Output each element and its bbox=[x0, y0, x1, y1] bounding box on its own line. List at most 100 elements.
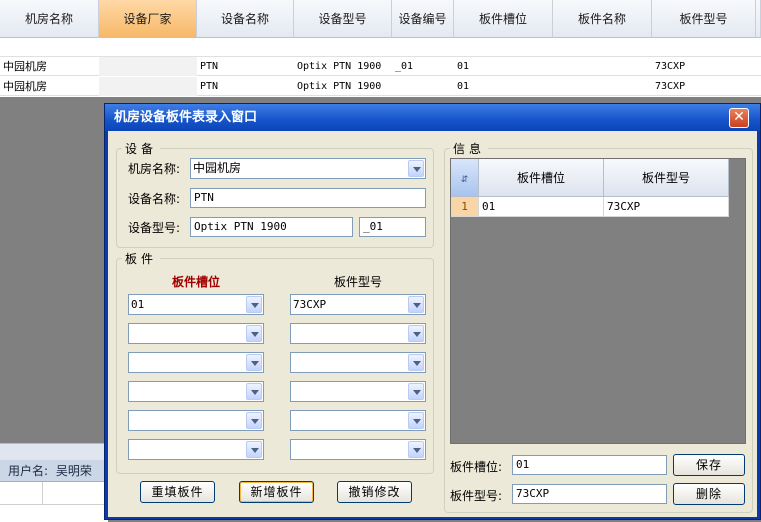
board-model-select[interactable] bbox=[290, 352, 426, 373]
grid-header-room[interactable]: 机房名称 bbox=[0, 0, 99, 38]
grid-header-board-model[interactable]: 板件型号 bbox=[652, 0, 756, 38]
chevron-down-icon[interactable] bbox=[246, 296, 262, 313]
dialog-title: 机房设备板件表录入窗口 bbox=[114, 110, 258, 125]
device-name-label: 设备名称: bbox=[128, 192, 181, 206]
board-slot-value: 01 bbox=[131, 298, 145, 311]
chevron-down-icon[interactable] bbox=[408, 325, 424, 342]
info-grid: ⇵ 板件槽位 板件型号 1 01 73CXP bbox=[450, 158, 746, 444]
device-number-input[interactable]: _01 bbox=[359, 217, 426, 237]
info-grid-wrap: ⇵ 板件槽位 板件型号 1 01 73CXP bbox=[444, 148, 753, 448]
board-model-value: 73CXP bbox=[293, 298, 327, 311]
chevron-down-icon[interactable] bbox=[408, 412, 424, 429]
grid-header-board-name[interactable]: 板件名称 bbox=[553, 0, 652, 38]
device-model-input[interactable]: Optix PTN 1900 bbox=[190, 217, 353, 237]
delete-button[interactable]: 删除 bbox=[673, 483, 745, 505]
add-board-button[interactable]: 新增板件 bbox=[239, 481, 314, 503]
cell-device-name: PTN bbox=[200, 61, 219, 72]
device-group-legend: 设备 bbox=[125, 142, 158, 156]
board-entry-dialog: 机房设备板件表录入窗口 ✕ 设备 机房名称: 中园机房 设备名称: PTN 设备… bbox=[104, 103, 761, 520]
cell-board-name bbox=[553, 77, 652, 96]
dialog-titlebar[interactable]: 机房设备板件表录入窗口 bbox=[105, 104, 760, 131]
chevron-down-icon[interactable] bbox=[246, 354, 262, 371]
main-data-grid: 机房名称 设备厂家 设备名称 设备型号 设备编号 板件槽位 板件名称 板件型号 … bbox=[0, 0, 761, 97]
chevron-down-icon[interactable] bbox=[246, 325, 262, 342]
grid-header-overflow bbox=[756, 0, 761, 38]
info-slot-input[interactable]: 01 bbox=[512, 455, 667, 475]
cell-vendor bbox=[99, 77, 197, 96]
cell-board-slot: 01 bbox=[457, 61, 470, 72]
chevron-down-icon[interactable] bbox=[408, 441, 424, 458]
cell-device-model: Optix PTN 1900 bbox=[297, 61, 382, 72]
board-model-select[interactable]: 73CXP bbox=[290, 294, 426, 315]
status-bar-top bbox=[0, 443, 108, 460]
status-divider bbox=[0, 504, 108, 505]
info-slot-label: 板件槽位: bbox=[450, 460, 503, 474]
info-grid-header: ⇵ 板件槽位 板件型号 bbox=[451, 159, 729, 197]
dialog-client: 设备 机房名称: 中园机房 设备名称: PTN 设备型号: Optix PTN … bbox=[108, 131, 757, 517]
chevron-down-icon[interactable] bbox=[408, 354, 424, 371]
info-model-input[interactable]: 73CXP bbox=[512, 484, 667, 504]
undo-changes-button[interactable]: 撤销修改 bbox=[337, 481, 412, 503]
table-row[interactable]: 中园机房 PTN Optix PTN 1900 _01 01 73CXP bbox=[0, 57, 761, 76]
grid-header-device-model[interactable]: 设备型号 bbox=[294, 0, 392, 38]
cell-vendor bbox=[99, 57, 197, 76]
chevron-down-icon[interactable] bbox=[246, 412, 262, 429]
chevron-down-icon[interactable] bbox=[246, 383, 262, 400]
board-model-select[interactable] bbox=[290, 439, 426, 460]
room-value: 中园机房 bbox=[193, 161, 242, 175]
close-button[interactable]: ✕ bbox=[729, 108, 749, 128]
grid-header-device-number[interactable]: 设备编号 bbox=[392, 0, 454, 38]
table-row[interactable]: 中园机房 PTN Optix PTN 1900 01 73CXP bbox=[0, 77, 761, 96]
info-header-model[interactable]: 板件型号 bbox=[604, 159, 729, 197]
status-divider bbox=[42, 482, 43, 504]
cell-device-model: Optix PTN 1900 bbox=[297, 81, 382, 92]
device-model-label: 设备型号: bbox=[128, 221, 181, 235]
grid-header-device-name[interactable]: 设备名称 bbox=[197, 0, 294, 38]
grid-header-vendor[interactable]: 设备厂家 bbox=[99, 0, 197, 38]
cell-room: 中园机房 bbox=[3, 60, 47, 73]
board-slot-select[interactable] bbox=[128, 381, 264, 402]
room-select[interactable]: 中园机房 bbox=[190, 158, 426, 179]
board-model-select[interactable] bbox=[290, 323, 426, 344]
user-name: 吴明荣 bbox=[55, 464, 92, 478]
cell-device-number bbox=[392, 77, 454, 96]
info-cell-slot: 01 bbox=[479, 197, 604, 217]
board-slot-select[interactable] bbox=[128, 410, 264, 431]
cell-board-slot: 01 bbox=[457, 81, 470, 92]
board-model-select[interactable] bbox=[290, 381, 426, 402]
user-bar: 用户名: 吴明荣 bbox=[0, 460, 108, 482]
cell-board-model: 73CXP bbox=[655, 61, 686, 72]
grid-empty-row bbox=[0, 38, 761, 57]
board-group-legend: 板件 bbox=[125, 252, 158, 266]
cell-device-number: _01 bbox=[395, 61, 414, 72]
info-cell-model: 73CXP bbox=[604, 197, 729, 217]
room-label: 机房名称: bbox=[128, 162, 181, 176]
device-name-input[interactable]: PTN bbox=[190, 188, 426, 208]
cell-board-name bbox=[553, 57, 652, 76]
info-model-label: 板件型号: bbox=[450, 489, 503, 503]
cell-board-model: 73CXP bbox=[655, 81, 686, 92]
status-row bbox=[0, 482, 108, 522]
grid-header-board-slot[interactable]: 板件槽位 bbox=[454, 0, 553, 38]
save-button[interactable]: 保存 bbox=[673, 454, 745, 476]
board-model-select[interactable] bbox=[290, 410, 426, 431]
refill-board-button[interactable]: 重填板件 bbox=[140, 481, 215, 503]
chevron-down-icon[interactable] bbox=[408, 383, 424, 400]
chevron-down-icon[interactable] bbox=[408, 160, 424, 177]
status-panel: 用户名: 吴明荣 bbox=[0, 443, 108, 522]
row-number: 1 bbox=[451, 197, 479, 217]
chevron-down-icon[interactable] bbox=[246, 441, 262, 458]
board-slot-header: 板件槽位 bbox=[171, 275, 220, 289]
chevron-down-icon[interactable] bbox=[408, 296, 424, 313]
cell-room: 中园机房 bbox=[3, 80, 47, 93]
info-header-slot[interactable]: 板件槽位 bbox=[479, 159, 604, 197]
board-slot-select[interactable] bbox=[128, 323, 264, 344]
board-slot-select[interactable] bbox=[128, 439, 264, 460]
board-slot-select[interactable] bbox=[128, 352, 264, 373]
close-icon: ✕ bbox=[733, 109, 745, 125]
cell-device-name: PTN bbox=[200, 81, 219, 92]
board-slot-select[interactable]: 01 bbox=[128, 294, 264, 315]
user-label: 用户名: bbox=[8, 464, 49, 478]
sort-icon: ⇵ bbox=[460, 175, 469, 185]
info-grid-corner[interactable]: ⇵ bbox=[451, 159, 479, 197]
